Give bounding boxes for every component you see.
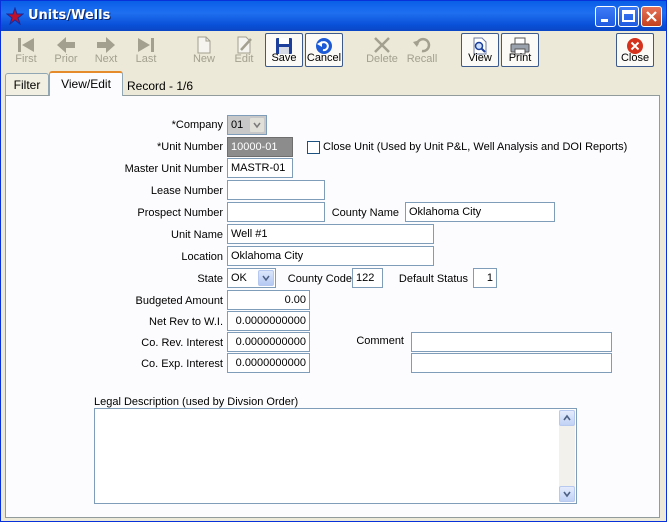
- star-icon: [6, 7, 24, 25]
- close-unit-label: Close Unit (Used by Unit P&L, Well Analy…: [323, 141, 628, 153]
- scroll-up-button[interactable]: [559, 410, 575, 426]
- net-rev-label: Net Rev to W.I.: [149, 316, 223, 328]
- chevron-down-icon: [563, 491, 571, 498]
- default-status-label: Default Status: [398, 273, 468, 285]
- unit-name-label: Unit Name: [171, 229, 223, 241]
- co-exp-interest-label: Co. Exp. Interest: [141, 358, 223, 370]
- company-label: *Company: [171, 119, 223, 131]
- prospect-number-field[interactable]: [227, 202, 325, 222]
- state-label: State: [197, 273, 223, 285]
- recall-button[interactable]: Recall: [403, 33, 441, 67]
- units-wells-window: Units/Wells First Prior Next Last New Ed…: [0, 0, 667, 522]
- county-code-field[interactable]: 122: [352, 268, 383, 288]
- first-button[interactable]: First: [7, 33, 45, 67]
- chevron-up-icon: [563, 414, 571, 421]
- prior-button[interactable]: Prior: [47, 33, 85, 67]
- net-rev-field[interactable]: 0.0000000000: [227, 311, 310, 331]
- county-code-label: County Code: [287, 273, 352, 285]
- unit-number-field[interactable]: 10000-01: [227, 137, 293, 157]
- co-exp-interest-field[interactable]: 0.0000000000: [227, 353, 310, 373]
- co-rev-interest-label: Co. Rev. Interest: [141, 337, 223, 349]
- close-unit-checkbox[interactable]: [307, 141, 320, 154]
- location-field[interactable]: Oklahoma City: [227, 246, 434, 266]
- lease-number-field[interactable]: [227, 180, 325, 200]
- budgeted-amount-field[interactable]: 0.00: [227, 290, 310, 310]
- comment-field-line1[interactable]: [411, 332, 612, 352]
- title-bar[interactable]: Units/Wells: [1, 1, 666, 31]
- next-arrow-icon: [97, 37, 115, 53]
- state-select[interactable]: OK: [227, 268, 276, 288]
- tab-bar: Filter View/Edit: [5, 71, 665, 96]
- delete-button[interactable]: Delete: [363, 33, 401, 67]
- pencil-icon: [237, 36, 252, 54]
- comment-label: Comment: [356, 335, 404, 347]
- prior-arrow-icon: [57, 37, 75, 53]
- last-button[interactable]: Last: [127, 33, 165, 67]
- budgeted-amount-label: Budgeted Amount: [135, 295, 223, 307]
- master-unit-number-field[interactable]: MASTR-01: [227, 158, 293, 178]
- last-icon: [138, 38, 154, 52]
- new-document-icon: [197, 36, 211, 54]
- master-unit-number-label: Master Unit Number: [124, 163, 223, 175]
- comment-field-line2[interactable]: [411, 353, 612, 373]
- view-edit-panel: *Company 01 *Unit Number 10000-01 Close …: [5, 95, 660, 518]
- scroll-down-button[interactable]: [559, 486, 575, 502]
- cancel-button[interactable]: Cancel: [305, 33, 343, 67]
- tab-view-edit[interactable]: View/Edit: [49, 71, 123, 96]
- minimize-icon: [601, 19, 608, 22]
- lease-number-label: Lease Number: [150, 185, 223, 197]
- default-status-field[interactable]: 1: [473, 268, 497, 288]
- legal-description-label: Legal Description (used by Divsion Order…: [94, 396, 299, 408]
- location-label: Location: [181, 251, 223, 263]
- legal-description-textarea[interactable]: [94, 408, 577, 504]
- view-button[interactable]: View: [461, 33, 499, 67]
- new-button[interactable]: New: [185, 33, 223, 67]
- county-name-field[interactable]: Oklahoma City: [405, 202, 555, 222]
- maximize-button[interactable]: [618, 6, 639, 27]
- prospect-number-label: Prospect Number: [137, 207, 223, 219]
- window-close-button[interactable]: [641, 6, 662, 27]
- chevron-down-icon[interactable]: [249, 117, 265, 133]
- toolbar: First Prior Next Last New Edit Save Canc…: [1, 32, 666, 70]
- chevron-down-icon[interactable]: [258, 270, 274, 286]
- next-button[interactable]: Next: [87, 33, 125, 67]
- delete-x-icon: [374, 37, 390, 53]
- window-title: Units/Wells: [28, 8, 111, 23]
- unit-number-label: *Unit Number: [156, 141, 223, 153]
- first-icon: [18, 38, 34, 52]
- vertical-scrollbar[interactable]: [559, 410, 575, 502]
- close-button[interactable]: Close: [616, 33, 654, 67]
- edit-button[interactable]: Edit: [225, 33, 263, 67]
- minimize-button[interactable]: [595, 6, 616, 27]
- co-rev-interest-field[interactable]: 0.0000000000: [227, 332, 310, 352]
- save-button[interactable]: Save: [265, 33, 303, 67]
- county-name-label: County Name: [331, 207, 399, 219]
- print-button[interactable]: Print: [501, 33, 539, 67]
- recall-icon: [413, 37, 431, 53]
- unit-name-field[interactable]: Well #1: [227, 224, 434, 244]
- record-count: Record - 1/6: [127, 79, 194, 93]
- company-select[interactable]: 01: [227, 115, 267, 135]
- tab-filter[interactable]: Filter: [5, 73, 49, 95]
- close-icon: [646, 11, 657, 22]
- maximize-icon: [622, 10, 635, 22]
